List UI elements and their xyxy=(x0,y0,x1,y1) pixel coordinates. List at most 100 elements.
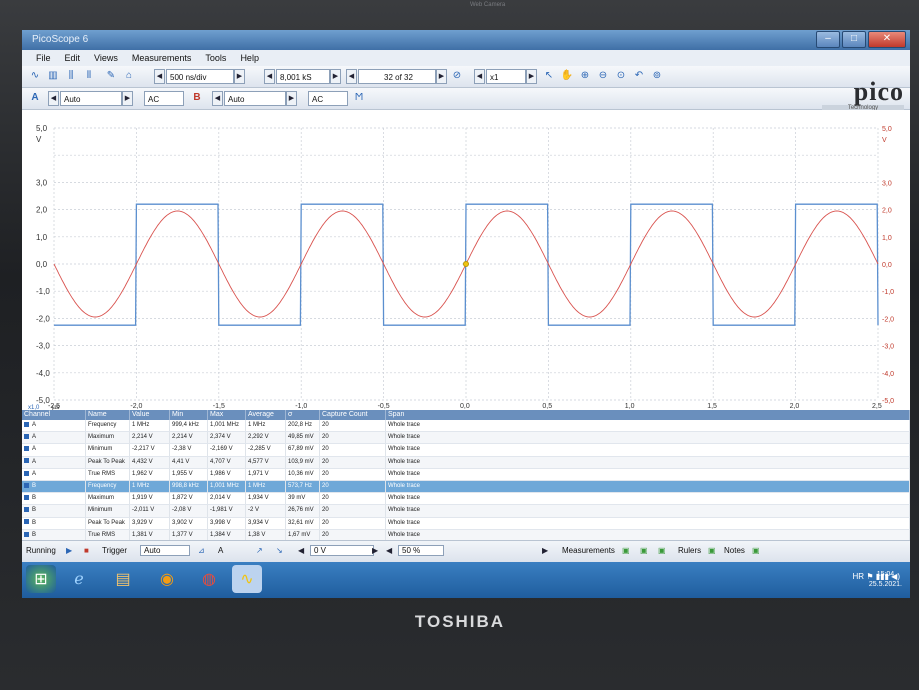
math-channel-icon[interactable]: Ϻ xyxy=(352,91,366,105)
channel-b-range-prev-button[interactable]: ◀ xyxy=(212,91,223,106)
pretrigger-next-button[interactable]: ▶ xyxy=(542,546,548,555)
channel-b-range-select[interactable]: Auto xyxy=(224,91,286,106)
persistence-icon[interactable]: ▥ xyxy=(46,69,60,83)
table-cell: 20 xyxy=(320,420,386,432)
maximize-button[interactable]: □ xyxy=(842,31,866,48)
scope-mode-icon[interactable]: ∿ xyxy=(28,69,42,83)
language-indicator[interactable]: HR xyxy=(853,572,865,581)
menu-views[interactable]: Views xyxy=(94,53,118,63)
table-header-cell[interactable]: Span xyxy=(386,410,910,420)
menu-help[interactable]: Help xyxy=(240,53,259,63)
table-header-cell[interactable]: Channel xyxy=(22,410,86,420)
channel-a-coupling-select[interactable]: AC xyxy=(144,91,184,106)
close-button[interactable]: ✕ xyxy=(868,31,906,48)
delete-measurement-icon[interactable]: ▣ xyxy=(658,546,666,555)
pretrigger-prev-button[interactable]: ◀ xyxy=(386,546,392,555)
ie-icon[interactable]: ℯ xyxy=(64,565,94,593)
edit-measurement-icon[interactable]: ▣ xyxy=(640,546,648,555)
trigger-edge-icon[interactable]: ⊿ xyxy=(198,546,205,555)
add-measurement-icon[interactable]: ▣ xyxy=(622,546,630,555)
table-row[interactable]: B Maximum 1,919 V 1,872 V 2,014 V 1,934 V 39 m… xyxy=(22,493,910,506)
capture-counter[interactable]: 32 of 32 xyxy=(358,69,436,84)
table-row[interactable]: B Minimum -2,011 V -2,08 V -1,981 V -2 V 26,76… xyxy=(22,505,910,518)
window-titlebar[interactable]: PicoScope 6 – □ ✕ xyxy=(22,30,910,50)
timebase-prev-button[interactable]: ◀ xyxy=(154,69,165,84)
trigger-label: Trigger xyxy=(102,546,128,555)
x-axis-tick-label: -1,0 xyxy=(295,403,307,410)
samples-select[interactable]: 8,001 kS xyxy=(276,69,330,84)
rulers-icon[interactable]: ▣ xyxy=(708,546,716,555)
timebase-select[interactable]: 500 ns/div xyxy=(166,69,234,84)
running-label: Running xyxy=(26,546,56,555)
trigger-level-input[interactable]: 0 V xyxy=(310,545,374,556)
table-row[interactable]: B Peak To Peak 3,929 V 3,902 V 3,998 V 3,934 … xyxy=(22,517,910,530)
left-axis-tick-label: 5,0 xyxy=(36,124,48,133)
table-header-cell[interactable]: Value xyxy=(130,410,170,420)
table-header-cell[interactable]: Min xyxy=(170,410,208,420)
table-row[interactable]: A Frequency 1 MHz 999,4 kHz 1,001 MHz 1 MHz 20… xyxy=(22,420,910,433)
start-button[interactable]: ⊞ xyxy=(26,565,56,593)
pretrigger-input[interactable]: 50 % xyxy=(398,545,444,556)
spectrum-alt-icon[interactable]: ⫴ xyxy=(82,69,96,83)
table-header-cell[interactable]: Name xyxy=(86,410,130,420)
zoom-in-icon[interactable]: ⊕ xyxy=(578,69,592,83)
picoscope-taskbar-icon[interactable]: ∿ xyxy=(232,565,262,593)
table-row[interactable]: A Peak To Peak 4,432 V 4,41 V 4,707 V 4,577 V… xyxy=(22,456,910,469)
table-row[interactable]: A Minimum -2,217 V -2,38 V -2,169 V -2,285 V6… xyxy=(22,444,910,457)
zoom-out-icon[interactable]: ⊖ xyxy=(596,69,610,83)
scope-plot[interactable]: 5,0 V 3,0 2,0 1,0 0,0 -1,0 -2,0 -3,0 -4,0 -5,0 5,0 V… xyxy=(22,110,910,410)
menu-tools[interactable]: Tools xyxy=(205,53,226,63)
table-row[interactable]: A True RMS 1,962 V 1,955 V 1,986 V 1,971 V 10,… xyxy=(22,468,910,481)
trigger-mode-select[interactable]: Auto xyxy=(140,545,190,556)
channel-a-range-prev-button[interactable]: ◀ xyxy=(48,91,59,106)
table-header-cell[interactable]: Capture Count xyxy=(320,410,386,420)
zoom-select[interactable]: x1 xyxy=(486,69,526,84)
chrome-icon[interactable]: ◍ xyxy=(194,565,224,593)
media-player-icon[interactable]: ◉ xyxy=(152,565,182,593)
capture-next-button[interactable]: ▶ xyxy=(436,69,447,84)
pointer-icon[interactable]: ↖ xyxy=(542,69,556,83)
channel-a-range-select[interactable]: Auto xyxy=(60,91,122,106)
zoom-prev-button[interactable]: ◀ xyxy=(474,69,485,84)
scope-svg[interactable]: 5,0 V 3,0 2,0 1,0 0,0 -1,0 -2,0 -3,0 -4,0 -5,0 5,0 V… xyxy=(22,110,910,410)
capture-prev-button[interactable]: ◀ xyxy=(346,69,357,84)
explorer-icon[interactable]: ▤ xyxy=(108,565,138,593)
menu-edit[interactable]: Edit xyxy=(65,53,81,63)
clock[interactable]: 15:04 25.5.2021. xyxy=(869,570,902,590)
samples-prev-button[interactable]: ◀ xyxy=(264,69,275,84)
timebase-next-button[interactable]: ▶ xyxy=(234,69,245,84)
samples-next-button[interactable]: ▶ xyxy=(330,69,341,84)
zoom-fit-icon[interactable]: ⊚ xyxy=(650,69,664,83)
table-row[interactable]: A Maximum 2,214 V 2,214 V 2,374 V 2,292 V 49,8… xyxy=(22,432,910,445)
trigger-level-prev-button[interactable]: ◀ xyxy=(298,546,304,555)
hand-icon[interactable]: ✋ xyxy=(560,69,574,83)
spectrum-icon[interactable]: ⫼ xyxy=(64,69,78,83)
buffer-icon[interactable]: ⊘ xyxy=(450,69,464,83)
zoom-next-button[interactable]: ▶ xyxy=(526,69,537,84)
channel-a-range-next-button[interactable]: ▶ xyxy=(122,91,133,106)
trigger-level-next-button[interactable]: ▶ xyxy=(372,546,378,555)
trigger-channel-select[interactable]: A xyxy=(218,546,223,555)
minimize-button[interactable]: – xyxy=(816,31,840,48)
menu-file[interactable]: File xyxy=(36,53,51,63)
channel-b-range-next-button[interactable]: ▶ xyxy=(286,91,297,106)
stop-icon[interactable]: ■ xyxy=(84,546,89,555)
zoom-area-icon[interactable]: ⊙ xyxy=(614,69,628,83)
channel-b-label[interactable]: B xyxy=(190,91,204,105)
left-axis-tick-label: 0,0 xyxy=(36,260,48,269)
table-row[interactable]: B Frequency 1 MHz 998,8 kHz 1,001 MHz 1 MHz 57… xyxy=(22,480,910,494)
channel-a-label[interactable]: A xyxy=(28,91,42,105)
undo-zoom-icon[interactable]: ↶ xyxy=(632,69,646,83)
notes-icon[interactable]: ▣ xyxy=(752,546,760,555)
table-header-cell[interactable]: σ xyxy=(286,410,320,420)
trigger-falling-icon[interactable]: ↘ xyxy=(276,546,283,555)
menu-measurements[interactable]: Measurements xyxy=(132,53,192,63)
tools-icon[interactable]: ✎ xyxy=(104,69,118,83)
run-icon[interactable]: ▶ xyxy=(66,546,72,555)
channel-b-coupling-select[interactable]: AC xyxy=(308,91,348,106)
table-header-cell[interactable]: Average xyxy=(246,410,286,420)
channel-color-icon xyxy=(24,519,29,525)
table-header-cell[interactable]: Max xyxy=(208,410,246,420)
home-icon[interactable]: ⌂ xyxy=(122,69,136,83)
trigger-rising-icon[interactable]: ↗ xyxy=(256,546,263,555)
